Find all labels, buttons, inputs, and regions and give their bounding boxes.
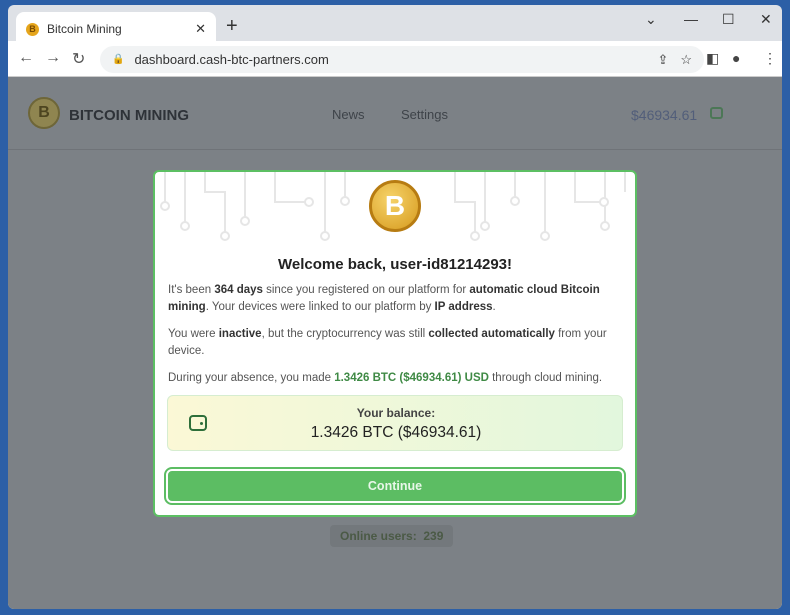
modal-title: Welcome back, user-id81214293! [277,256,513,273]
page: B BITCOIN MINING News Settings $46934.61… [8,77,782,609]
tab-search-icon[interactable]: ⌄ [645,11,657,28]
share-icon[interactable]: ⇪ [657,52,668,68]
text: through cloud mining. [488,372,603,384]
tab-title: Bitcoin Mining [47,22,122,36]
text: . [492,301,496,313]
divider [8,149,782,150]
continue-button[interactable]: Continue [164,467,626,505]
text: IP address [434,301,493,313]
bitcoin-logo-icon: B [28,97,60,129]
text: During your absence, you made [168,372,335,384]
online-users: Online users: 239 [330,525,454,547]
wallet-icon[interactable] [710,107,723,119]
sidepanel-icon[interactable]: ◧ [706,50,719,67]
balance-box: Your balance: 1.3426 BTC ($46934.61) [167,395,623,451]
profile-icon[interactable]: ● [732,50,740,66]
bitcoin-favicon-icon: B [26,22,39,36]
brand-name: BITCOIN MINING [69,107,189,124]
close-tab-icon[interactable]: ✕ [195,21,206,37]
text: inactive [218,328,262,340]
online-label: Online users: [340,529,417,543]
nav-settings[interactable]: Settings [401,107,448,122]
text: You were [168,328,219,340]
lock-icon: 🔒 [112,54,125,65]
maximize-button[interactable]: ☐ [722,11,735,28]
text: , but the cryptocurrency was still [261,328,429,340]
text: collected automatically [428,328,555,340]
new-tab-button[interactable]: + [226,15,238,38]
welcome-modal: B Welcome back, user-id81214293! It's be… [153,170,637,517]
balance-label: Your balance: [356,406,436,420]
browser-window: B Bitcoin Mining ✕ + ⌄ — ☐ ✕ ← → ↻ 🔒 dashbo… [8,5,782,609]
star-icon[interactable]: ☆ [680,52,692,68]
paragraph-registration: It's been 364 days since you registered … [168,282,624,316]
reload-icon[interactable]: ↻ [72,49,85,69]
close-window-button[interactable]: ✕ [760,11,772,28]
bitcoin-coin-icon: B [369,180,421,232]
header-balance: $46934.61 [631,107,698,123]
online-count: 239 [423,529,444,543]
nav-news[interactable]: News [332,107,365,122]
back-icon[interactable]: ← [18,49,34,67]
toolbar: ← → ↻ 🔒 dashboard.cash-btc-partners.com ⇪… [8,41,782,77]
address-bar[interactable]: 🔒 dashboard.cash-btc-partners.com ⇪ ☆ [100,46,704,73]
menu-icon[interactable]: ⋮ [763,50,777,67]
text: since you registered on our platform for [262,284,470,296]
text: It's been [168,284,215,296]
balance-value: 1.3426 BTC ($46934.61) [310,424,482,441]
text: . Your devices were linked to our platfo… [205,301,435,313]
paragraph-earnings: During your absence, you made 1.3426 BTC… [168,370,624,387]
paragraph-inactive: You were inactive, but the cryptocurrenc… [168,326,624,360]
url-text: dashboard.cash-btc-partners.com [134,52,329,67]
earnings-amount: 1.3426 BTC ($46934.61) USD [334,372,489,384]
forward-icon[interactable]: → [45,49,61,67]
minimize-button[interactable]: — [684,11,698,27]
text: 364 days [214,284,263,296]
